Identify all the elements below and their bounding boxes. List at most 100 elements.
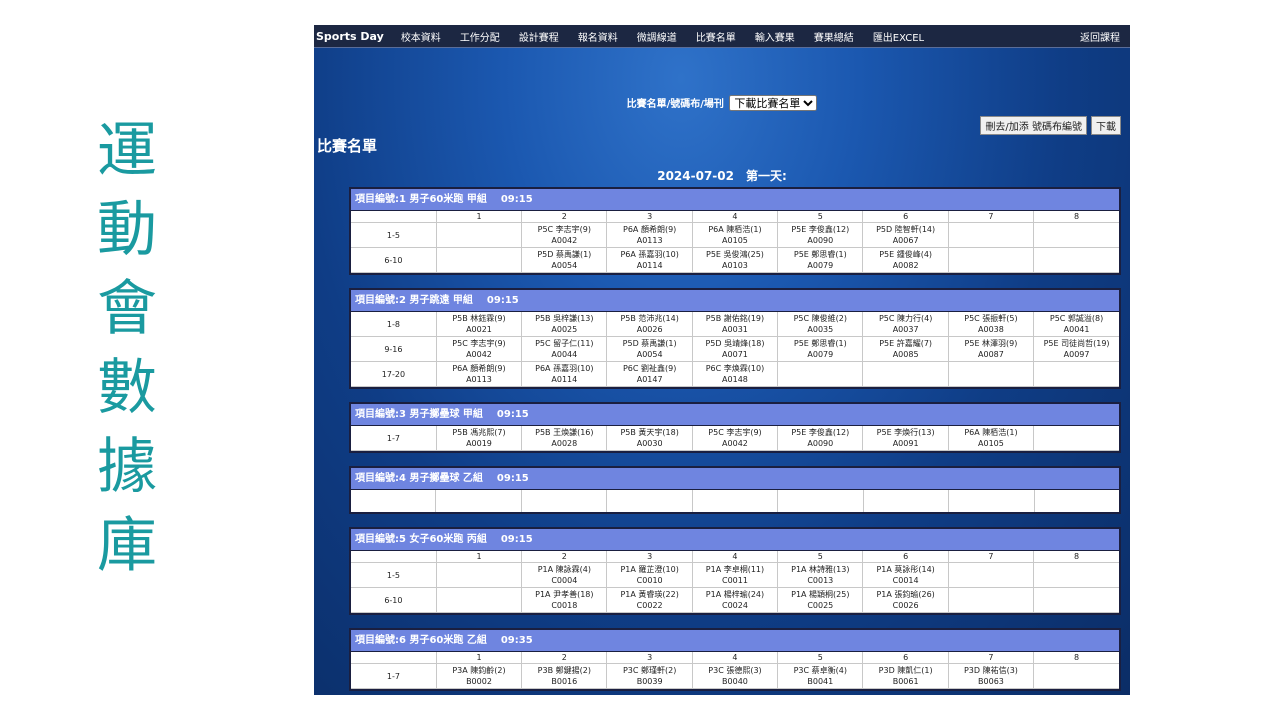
event-time: 09:15 bbox=[500, 534, 533, 545]
athlete-cell: P1A 楊穎桐(25) C0025 bbox=[777, 587, 864, 613]
side-title-char: 據 bbox=[97, 432, 157, 502]
athlete-cell bbox=[436, 562, 523, 588]
athlete-cell bbox=[862, 361, 949, 387]
nav-item[interactable]: 比賽名單 bbox=[696, 29, 736, 44]
athlete-bib: A0105 bbox=[722, 236, 748, 245]
athlete-cell: P5B 馮兆熙(7) A0019 bbox=[436, 426, 523, 451]
athlete-name: P5B 黃天宇(18) bbox=[620, 428, 679, 437]
athlete-bib: A0042 bbox=[551, 236, 578, 245]
athlete-bib: A0054 bbox=[636, 350, 663, 359]
empty-cell bbox=[607, 490, 693, 512]
athlete-name: P3B 鄭鍵揚(2) bbox=[537, 666, 591, 675]
selector-row: 比賽名單/號碼布/場刊 下載比賽名單 bbox=[314, 95, 1130, 111]
event-title: 項目編號:3 男子擲壘球 甲組 bbox=[355, 409, 483, 420]
athlete-bib: A0103 bbox=[722, 261, 748, 270]
athlete-bib: A0114 bbox=[636, 261, 663, 270]
athlete-bib: A0097 bbox=[1063, 350, 1090, 359]
athlete-name: P6C 劉祉鑫(9) bbox=[622, 364, 677, 373]
athlete-name: P5E 李煥行(13) bbox=[876, 428, 935, 437]
event-header: 項目編號:6 男子60米跑 乙組 09:35 bbox=[351, 630, 1119, 652]
nav-item[interactable]: 匯出EXCEL bbox=[873, 29, 924, 44]
athlete-cell: P5E 李俊鑫(12) A0090 bbox=[777, 222, 864, 248]
athlete-bib: C0004 bbox=[551, 576, 578, 585]
athlete-bib: A0030 bbox=[636, 439, 663, 448]
athlete-name: P5C 郭誠溢(8) bbox=[1049, 314, 1104, 323]
athlete-name: P6A 孫嘉羽(10) bbox=[535, 364, 594, 373]
lane-number: 7 bbox=[948, 551, 1035, 563]
nav-item[interactable]: 輸入賽果 bbox=[755, 29, 795, 44]
lane-number: 7 bbox=[948, 211, 1035, 223]
athlete-name: P1A 林詩雅(13) bbox=[791, 565, 850, 574]
athlete-cell: P6A 陳栢浩(1) A0105 bbox=[692, 222, 779, 248]
athlete-bib: A0019 bbox=[466, 439, 492, 448]
nav-item[interactable]: 工作分配 bbox=[460, 29, 500, 44]
heat-table: 1 2 3 4 5 6 7 8 1-7 P3A 陳鈞齡(2) B0002 P3B 鄭鍵揚(2) B001… bbox=[351, 652, 1119, 689]
athlete-cell bbox=[436, 587, 523, 613]
athlete-name: P5E 林澤羽(9) bbox=[964, 339, 1018, 348]
athlete-cell: P5C 李志宇(9) A0042 bbox=[521, 222, 608, 248]
athlete-name: P6A 顏希朗(9) bbox=[452, 364, 506, 373]
athlete-cell bbox=[777, 361, 864, 387]
empty-cell bbox=[778, 490, 864, 512]
nav-back-to-course[interactable]: 返回課程 bbox=[1080, 29, 1120, 44]
athlete-cell: P1A 林詩雅(13) C0013 bbox=[777, 562, 864, 588]
nav-brand[interactable]: Sports Day bbox=[316, 30, 384, 43]
athlete-bib: B0016 bbox=[551, 677, 578, 686]
lane-number-row: 12345678 bbox=[351, 551, 1119, 563]
download-select[interactable]: 下載比賽名單 bbox=[729, 95, 818, 111]
nav-item[interactable]: 校本資料 bbox=[401, 29, 441, 44]
athlete-bib: A0113 bbox=[466, 375, 492, 384]
athlete-name: P1A 莫詠彤(14) bbox=[876, 565, 935, 574]
athlete-name: P5C 陳俊維(2) bbox=[793, 314, 847, 323]
athlete-name: P5B 謝佑銘(19) bbox=[705, 314, 765, 323]
athlete-cell bbox=[948, 361, 1035, 387]
date-heading: 2024-07-02 第一天: bbox=[657, 169, 787, 183]
athlete-name: P6C 李煥霖(10) bbox=[705, 364, 765, 373]
renumber-bib-button[interactable]: 刪去/加添 號碼布編號 bbox=[980, 116, 1087, 135]
athlete-cell bbox=[436, 222, 523, 248]
event-header: 項目編號:5 女子60米跑 丙組 09:15 bbox=[351, 529, 1119, 551]
lane-number: 3 bbox=[606, 551, 693, 563]
athlete-bib: C0022 bbox=[636, 601, 663, 610]
lane-number-row: 12345678 bbox=[351, 652, 1119, 664]
athlete-bib: A0021 bbox=[466, 325, 492, 334]
download-button[interactable]: 下載 bbox=[1091, 116, 1121, 135]
athlete-bib: B0041 bbox=[807, 677, 834, 686]
heat-range-label: 6-10 bbox=[351, 247, 437, 273]
nav-item[interactable]: 微調線道 bbox=[637, 29, 677, 44]
athlete-name: P5B 馮兆熙(7) bbox=[452, 428, 506, 437]
athlete-name: P5C 陳力行(4) bbox=[878, 314, 933, 323]
athlete-cell: P5E 吳俊鴻(25) A0103 bbox=[692, 247, 779, 273]
athlete-cell: P3D 陳祐信(3) B0063 bbox=[948, 663, 1035, 689]
lane-number: 8 bbox=[1033, 211, 1119, 223]
athlete-bib: A0044 bbox=[551, 350, 578, 359]
athlete-cell: P5E 司徒尚哲(19) A0097 bbox=[1033, 336, 1119, 362]
athlete-bib: A0042 bbox=[466, 350, 492, 359]
lane-number: 8 bbox=[1033, 652, 1119, 664]
lane-number: 2 bbox=[521, 211, 608, 223]
athlete-bib: A0090 bbox=[807, 439, 834, 448]
athlete-cell: P5C 李志宇(9) A0042 bbox=[692, 426, 779, 451]
athlete-bib: A0038 bbox=[978, 325, 1004, 334]
heat-row: 1-5 P1A 陳詠霖(4) C0004 P1A 羅芷澄(10) C0010 P1A 李卓… bbox=[351, 562, 1119, 588]
side-title-char: 會 bbox=[97, 274, 157, 344]
athlete-cell: P6C 李煥霖(10) A0148 bbox=[692, 361, 779, 387]
lane-number: 4 bbox=[692, 652, 779, 664]
events-list: 項目編號:1 男子60米跑 甲組 09:15 1 2 3 4 5 6 7 8 1-5 P5C 李志宇(… bbox=[349, 187, 1121, 695]
nav-item[interactable]: 報名資料 bbox=[578, 29, 618, 44]
event-time: 09:15 bbox=[496, 409, 529, 420]
athlete-name: P5E 鄭思睿(1) bbox=[793, 250, 847, 259]
athlete-bib: A0147 bbox=[636, 375, 663, 384]
lane-number: 6 bbox=[862, 652, 949, 664]
athlete-name: P1A 陳詠霖(4) bbox=[537, 565, 591, 574]
athlete-name: P3A 陳鈞齡(2) bbox=[452, 666, 506, 675]
lane-number: 2 bbox=[521, 652, 608, 664]
nav-item[interactable]: 設計賽程 bbox=[519, 29, 559, 44]
empty-cell bbox=[693, 490, 779, 512]
athlete-cell: P5E 李俊鑫(12) A0090 bbox=[777, 426, 864, 451]
athlete-cell: P1A 張鈞瑜(26) C0026 bbox=[862, 587, 949, 613]
athlete-cell bbox=[1033, 426, 1119, 451]
athlete-cell: P5B 吳梓謙(13) A0025 bbox=[521, 312, 608, 337]
lane-number: 1 bbox=[436, 211, 523, 223]
nav-item[interactable]: 賽果總結 bbox=[814, 29, 854, 44]
